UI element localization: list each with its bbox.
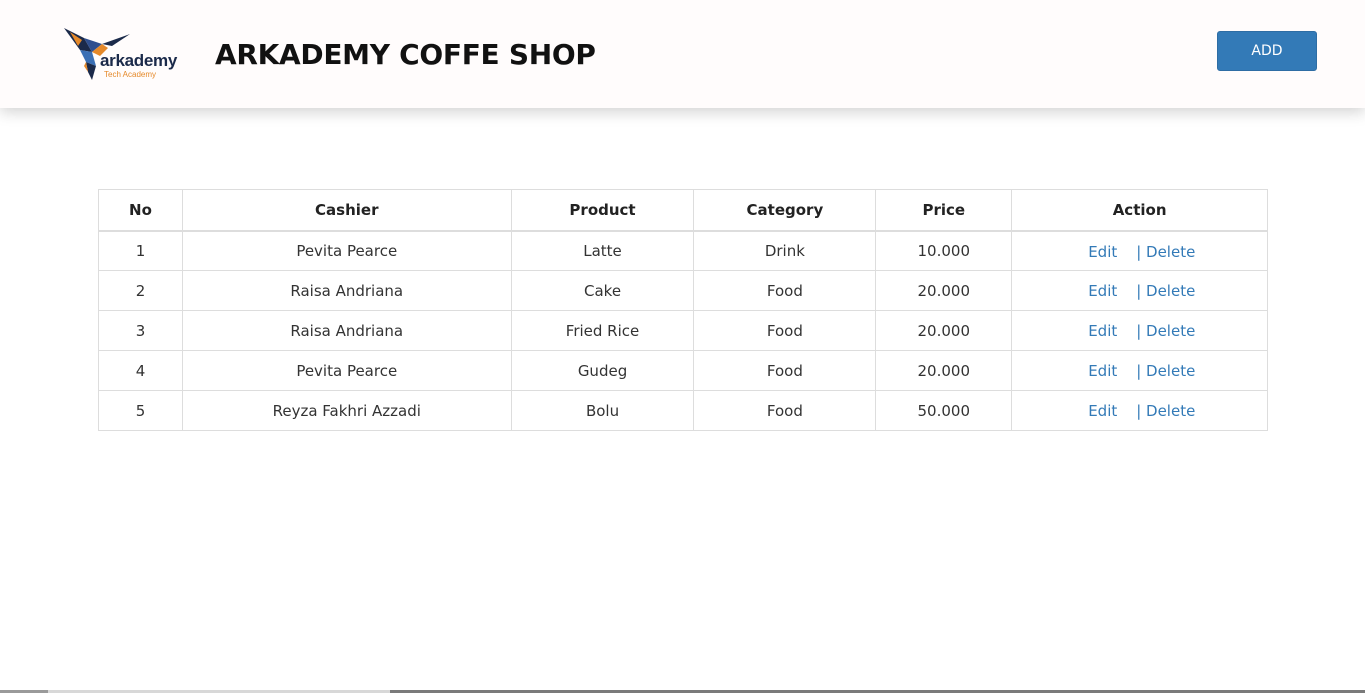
page-title: ARKADEMY COFFE SHOP xyxy=(215,38,596,71)
cell-product: Cake xyxy=(510,270,695,311)
logo-tagline: Tech Academy xyxy=(104,70,157,79)
edit-link[interactable]: Edit xyxy=(1088,362,1117,380)
column-header-no: No xyxy=(98,189,183,232)
cell-action: Edit | Delete xyxy=(1011,350,1268,391)
cell-product: Latte xyxy=(510,230,695,271)
column-header-category: Category xyxy=(693,189,877,232)
cell-product: Bolu xyxy=(510,390,695,431)
cell-action: Edit | Delete xyxy=(1011,230,1268,271)
arkademy-logo: arkademy Tech Academy xyxy=(62,26,184,82)
cell-no: 5 xyxy=(98,390,183,431)
add-button[interactable]: ADD xyxy=(1217,31,1317,71)
cell-price: 10.000 xyxy=(875,230,1013,271)
edit-link[interactable]: Edit xyxy=(1088,322,1117,340)
cell-action: Edit | Delete xyxy=(1011,310,1268,351)
cell-action: Edit | Delete xyxy=(1011,390,1268,431)
delete-link[interactable]: | Delete xyxy=(1136,362,1195,380)
table-row: 4 Pevita Pearce Gudeg Food 20.000 Edit |… xyxy=(98,350,1268,391)
table-body: 1 Pevita Pearce Latte Drink 10.000 Edit … xyxy=(98,230,1268,431)
table-header: No Cashier Product Category Price Action xyxy=(98,189,1268,232)
cell-category: Drink xyxy=(693,230,877,271)
cell-cashier: Raisa Andriana xyxy=(181,270,512,311)
transactions-table: No Cashier Product Category Price Action… xyxy=(98,189,1268,431)
app-header: arkademy Tech Academy ARKADEMY COFFE SHO… xyxy=(0,0,1365,108)
table-row: 5 Reyza Fakhri Azzadi Bolu Food 50.000 E… xyxy=(98,390,1268,431)
delete-link[interactable]: | Delete xyxy=(1136,322,1195,340)
cell-category: Food xyxy=(693,310,877,351)
cell-category: Food xyxy=(693,270,877,311)
cell-no: 4 xyxy=(98,350,183,391)
delete-link[interactable]: | Delete xyxy=(1136,282,1195,300)
cell-category: Food xyxy=(693,390,877,431)
table-row: 2 Raisa Andriana Cake Food 20.000 Edit |… xyxy=(98,270,1268,311)
cell-action: Edit | Delete xyxy=(1011,270,1268,311)
edit-link[interactable]: Edit xyxy=(1088,282,1117,300)
edit-link[interactable]: Edit xyxy=(1088,402,1117,420)
logo-wordmark: arkademy xyxy=(100,51,177,70)
column-header-product: Product xyxy=(510,189,695,232)
cell-cashier: Pevita Pearce xyxy=(181,230,512,271)
column-header-cashier: Cashier xyxy=(181,189,512,232)
cell-category: Food xyxy=(693,350,877,391)
delete-link[interactable]: | Delete xyxy=(1136,243,1195,261)
cell-no: 2 xyxy=(98,270,183,311)
cell-price: 20.000 xyxy=(875,310,1013,351)
cell-product: Fried Rice xyxy=(510,310,695,351)
cell-cashier: Pevita Pearce xyxy=(181,350,512,391)
cell-price: 20.000 xyxy=(875,350,1013,391)
cell-cashier: Reyza Fakhri Azzadi xyxy=(181,390,512,431)
table-row: 1 Pevita Pearce Latte Drink 10.000 Edit … xyxy=(98,230,1268,271)
cell-no: 1 xyxy=(98,230,183,271)
table-row: 3 Raisa Andriana Fried Rice Food 20.000 … xyxy=(98,310,1268,351)
cell-cashier: Raisa Andriana xyxy=(181,310,512,351)
column-header-price: Price xyxy=(875,189,1013,232)
cell-price: 50.000 xyxy=(875,390,1013,431)
edit-link[interactable]: Edit xyxy=(1088,243,1117,261)
column-header-action: Action xyxy=(1011,189,1268,232)
cell-price: 20.000 xyxy=(875,270,1013,311)
delete-link[interactable]: | Delete xyxy=(1136,402,1195,420)
header-row: No Cashier Product Category Price Action xyxy=(98,189,1268,232)
cell-no: 3 xyxy=(98,310,183,351)
cell-product: Gudeg xyxy=(510,350,695,391)
